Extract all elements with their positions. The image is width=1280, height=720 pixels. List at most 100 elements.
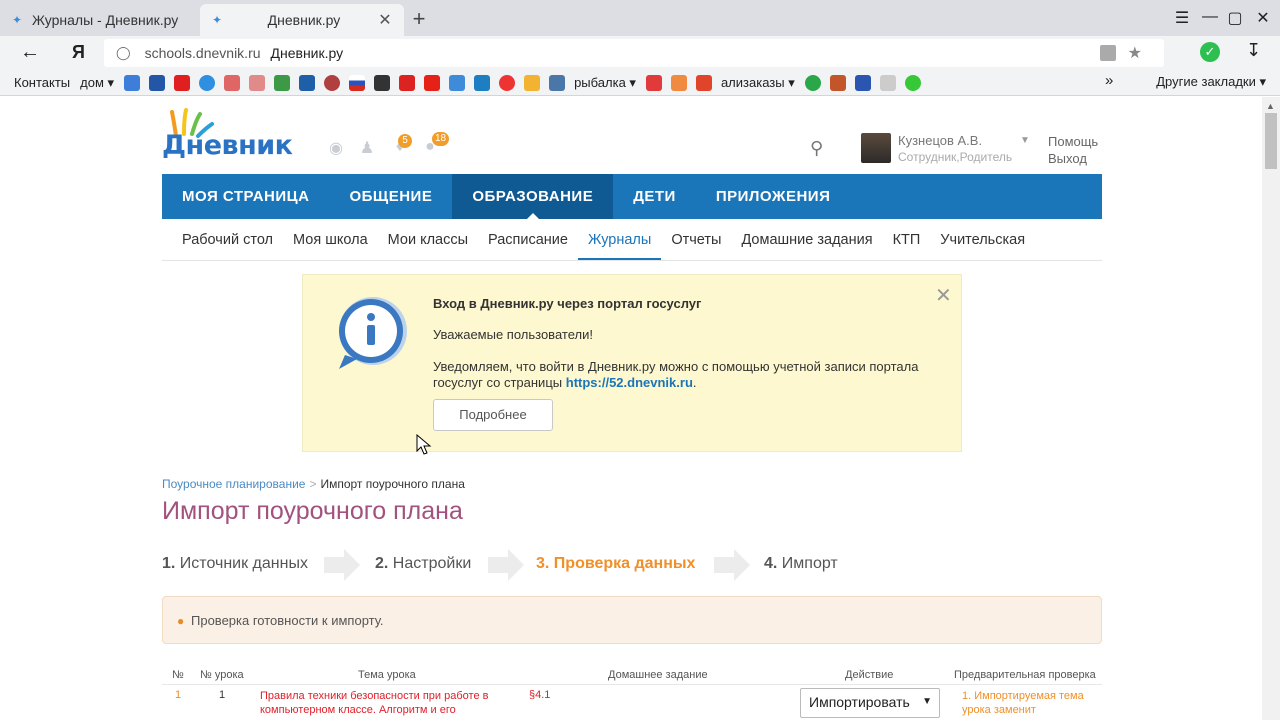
scroll-up-icon[interactable]: ▲ (1266, 101, 1275, 111)
new-tab-icon[interactable]: + (408, 6, 430, 32)
chevron-down-icon[interactable]: ▼ (1020, 135, 1030, 146)
row-lesson-number: 1 (219, 689, 226, 701)
close-icon[interactable]: ✕ (935, 283, 952, 308)
step-arrow-icon (488, 549, 524, 581)
subnav-my-classes[interactable]: Мои классы (378, 219, 478, 260)
bookmark-star-icon[interactable]: ★ (1128, 43, 1142, 63)
avatar[interactable] (861, 133, 891, 163)
tab-title: Журналы - Дневник.ру (32, 12, 179, 28)
nav-communication[interactable]: ОБЩЕНИЕ (329, 174, 452, 219)
row-topic: Правила техники безопасности при работе … (260, 690, 489, 716)
bookmark-label: рыбалка (574, 74, 626, 90)
tab-title: Дневник.ру (267, 12, 341, 28)
bookmarks-more-icon[interactable]: » (1105, 72, 1113, 89)
bookmark-icon[interactable] (324, 74, 341, 91)
user-name[interactable]: Кузнецов А.В. (898, 133, 982, 148)
sber-icon[interactable] (804, 74, 821, 91)
other-bookmarks[interactable]: Другие закладки ▾ (1156, 74, 1266, 90)
download-icon[interactable]: ↧ (1246, 40, 1261, 61)
tab-dnevnik[interactable]: ✦ Дневник.ру ✕ (200, 4, 404, 36)
tab-journals[interactable]: ✦ Журналы - Дневник.ру (0, 4, 200, 36)
yandex-icon[interactable]: Я (72, 42, 85, 63)
bookmark-icon[interactable] (524, 74, 541, 91)
table-header: № № урока Тема урока Домашнее задание Де… (162, 667, 1102, 685)
th-number: № (172, 669, 184, 681)
gosuslugi-link[interactable]: https://52.dnevnik.ru (566, 375, 693, 390)
th-lesson-number: № урока (200, 669, 244, 681)
help-link[interactable]: Помощь (1048, 134, 1098, 149)
subnav-teachers-room[interactable]: Учительская (930, 219, 1035, 260)
url-input[interactable]: ◯ schools.dnevnik.ru Дневник.ру ★ (104, 39, 1164, 67)
action-select[interactable]: Импортировать ▼ (800, 688, 940, 718)
breadcrumb: Поурочное планирование > Импорт поурочного… (162, 477, 465, 491)
messages-icon[interactable]: ◉ (326, 138, 346, 158)
play-icon[interactable] (904, 74, 921, 91)
house-icon[interactable] (829, 74, 846, 91)
step-label: Источник данных (179, 555, 308, 572)
yandex-bookmark-icon[interactable] (224, 74, 241, 91)
step-arrow-icon (324, 549, 360, 581)
dnevnik-logo[interactable]: Дневник (162, 108, 308, 164)
more-button[interactable]: Подробнее (433, 399, 553, 431)
url-host: schools.dnevnik.ru (144, 45, 261, 61)
subnav-reports[interactable]: Отчеты (661, 219, 731, 260)
video-icon[interactable] (499, 74, 516, 91)
bookmark-icon[interactable] (374, 74, 391, 91)
page-scrollbar[interactable]: ▲ (1262, 97, 1280, 720)
bookmark-icon[interactable] (299, 74, 316, 91)
maximize-icon[interactable]: ▢ (1225, 8, 1245, 28)
other-bookmarks-label: Другие закладки (1156, 74, 1256, 89)
minimize-icon[interactable]: — (1200, 8, 1220, 26)
maps-icon[interactable] (274, 74, 291, 91)
subnav-ktp[interactable]: КТП (883, 219, 931, 260)
dnevnik-icon[interactable] (449, 74, 466, 91)
nav-my-page[interactable]: МОЯ СТРАНИЦА (162, 174, 329, 219)
table-row: 1 1 Правила техники безопасности при раб… (162, 686, 1102, 720)
back-arrow-icon[interactable]: ← (20, 41, 40, 64)
bookmark-icon[interactable] (879, 74, 896, 91)
book-icon[interactable] (474, 74, 491, 91)
bookmark-aliexpress-folder[interactable]: ализаказы ▾ (721, 75, 795, 91)
breadcrumb-parent[interactable]: Поурочное планирование (162, 477, 305, 491)
bookmark-label: дом (80, 74, 104, 90)
logout-link[interactable]: Выход (1048, 151, 1087, 166)
bookmark-icon[interactable] (149, 74, 166, 91)
subnav-homework[interactable]: Домашние задания (731, 219, 882, 260)
bookmark-icon[interactable] (124, 74, 141, 91)
step-label: Настройки (392, 555, 472, 572)
bookmark-icon[interactable] (670, 74, 687, 91)
bookmark-icon[interactable] (645, 74, 662, 91)
subnav-journals[interactable]: Журналы (577, 219, 662, 260)
bookmark-icon[interactable] (399, 74, 416, 91)
row-precheck: 1. Импортируемая тема урока заменит (962, 690, 1084, 716)
close-window-icon[interactable]: ✕ (1253, 8, 1273, 28)
yandex-bookmark-icon[interactable] (249, 74, 266, 91)
breadcrumb-current: Импорт поурочного плана (320, 477, 465, 491)
subnav-desktop[interactable]: Рабочий стол (162, 219, 283, 260)
scroll-thumb[interactable] (1265, 113, 1277, 169)
nav-children[interactable]: ДЕТИ (613, 174, 696, 219)
subnav-schedule[interactable]: Расписание (478, 219, 578, 260)
notice-greeting: Уважаемые пользователи! (433, 327, 593, 342)
site-info-icon[interactable]: ◯ (116, 45, 131, 61)
nav-education[interactable]: ОБРАЗОВАНИЕ (452, 174, 614, 219)
notice-text-end: . (692, 375, 697, 390)
extension-check-icon[interactable]: ✓ (1200, 42, 1220, 62)
yandex-bookmark-icon[interactable] (174, 74, 191, 91)
subnav-my-school[interactable]: Моя школа (283, 219, 378, 260)
user-icon[interactable]: ♟ (357, 138, 377, 158)
bookmark-fishing-folder[interactable]: рыбалка ▾ (574, 75, 636, 91)
bookmark-contacts[interactable]: Контакты (14, 75, 70, 90)
search-icon[interactable]: ⚲ (810, 138, 823, 159)
youtube-icon[interactable] (424, 74, 441, 91)
bookmark-home-folder[interactable]: дом ▾ (80, 75, 114, 91)
vk-icon[interactable] (549, 74, 566, 91)
bookmark-icon[interactable] (695, 74, 712, 91)
menu-icon[interactable]: ☰ (1172, 8, 1192, 28)
protect-icon[interactable] (1100, 45, 1116, 61)
russia-flag-icon[interactable] (349, 74, 366, 91)
close-tab-icon[interactable]: ✕ (376, 10, 394, 30)
drop-icon[interactable] (199, 74, 216, 91)
bookmark-icon[interactable] (854, 74, 871, 91)
nav-apps[interactable]: ПРИЛОЖЕНИЯ (696, 174, 851, 219)
